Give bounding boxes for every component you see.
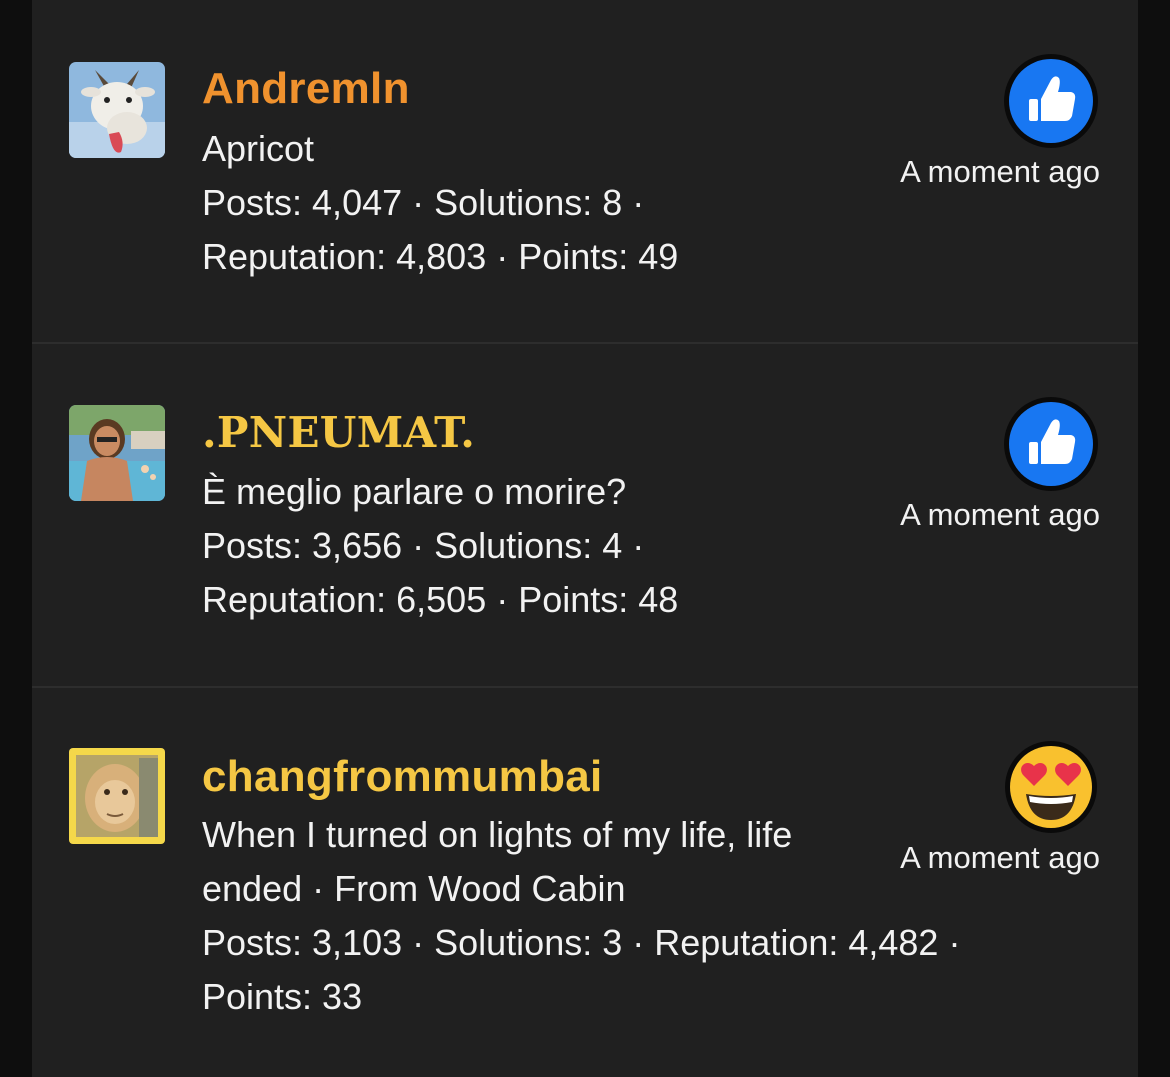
member-card: .PNEUMAT. È meglio parlare o morire? Pos… <box>32 344 1138 688</box>
monkey-avatar[interactable] <box>69 748 165 844</box>
goat-avatar[interactable] <box>69 62 165 158</box>
pool-man-avatar[interactable] <box>69 405 165 501</box>
timestamp: A moment ago <box>900 154 1100 189</box>
timestamp: A moment ago <box>900 840 1100 875</box>
timestamp: A moment ago <box>900 497 1100 532</box>
member-card: changfrommumbai When I turned on lights … <box>32 688 1138 1077</box>
user-stats-line: Points: 33 <box>202 976 363 1017</box>
user-title: È meglio parlare o morire? <box>202 471 627 512</box>
username-link[interactable]: changfrommumbai <box>202 752 603 802</box>
user-stats-line: Posts: 3,103 · Solutions: 3 · Reputation… <box>202 922 961 963</box>
user-title: Apricot <box>202 128 315 169</box>
user-stats-line: Reputation: 6,505 · Points: 48 <box>202 579 679 620</box>
member-card: Andremln Apricot Posts: 4,047 · Solution… <box>32 0 1138 344</box>
user-stats-line: Posts: 3,656 · Solutions: 4 · <box>202 525 645 566</box>
user-title-continued: ended · From Wood Cabin <box>202 868 626 909</box>
reactions-panel: Andremln Apricot Posts: 4,047 · Solution… <box>32 0 1138 1077</box>
user-stats-line: Posts: 4,047 · Solutions: 8 · <box>202 182 645 223</box>
username-link[interactable]: .PNEUMAT. <box>202 408 475 457</box>
thumbs-up-icon <box>1004 54 1098 148</box>
heart-eyes-emoji-icon <box>1004 740 1098 834</box>
user-title: When I turned on lights of my life, life <box>202 814 793 855</box>
username-link[interactable]: Andremln <box>202 64 410 114</box>
thumbs-up-icon <box>1004 397 1098 491</box>
user-stats-line: Reputation: 4,803 · Points: 49 <box>202 236 679 277</box>
